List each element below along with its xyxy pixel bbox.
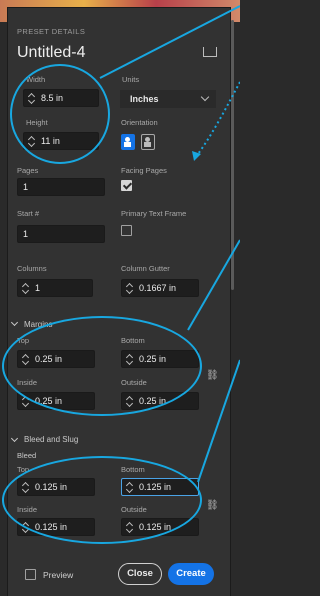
annotation-lines [99,5,240,483]
annotation-line-size [99,5,240,79]
annotation-dotted-arrow [197,81,240,155]
annotation-line-bleed [197,359,240,483]
annotation-line-margins [187,239,240,331]
